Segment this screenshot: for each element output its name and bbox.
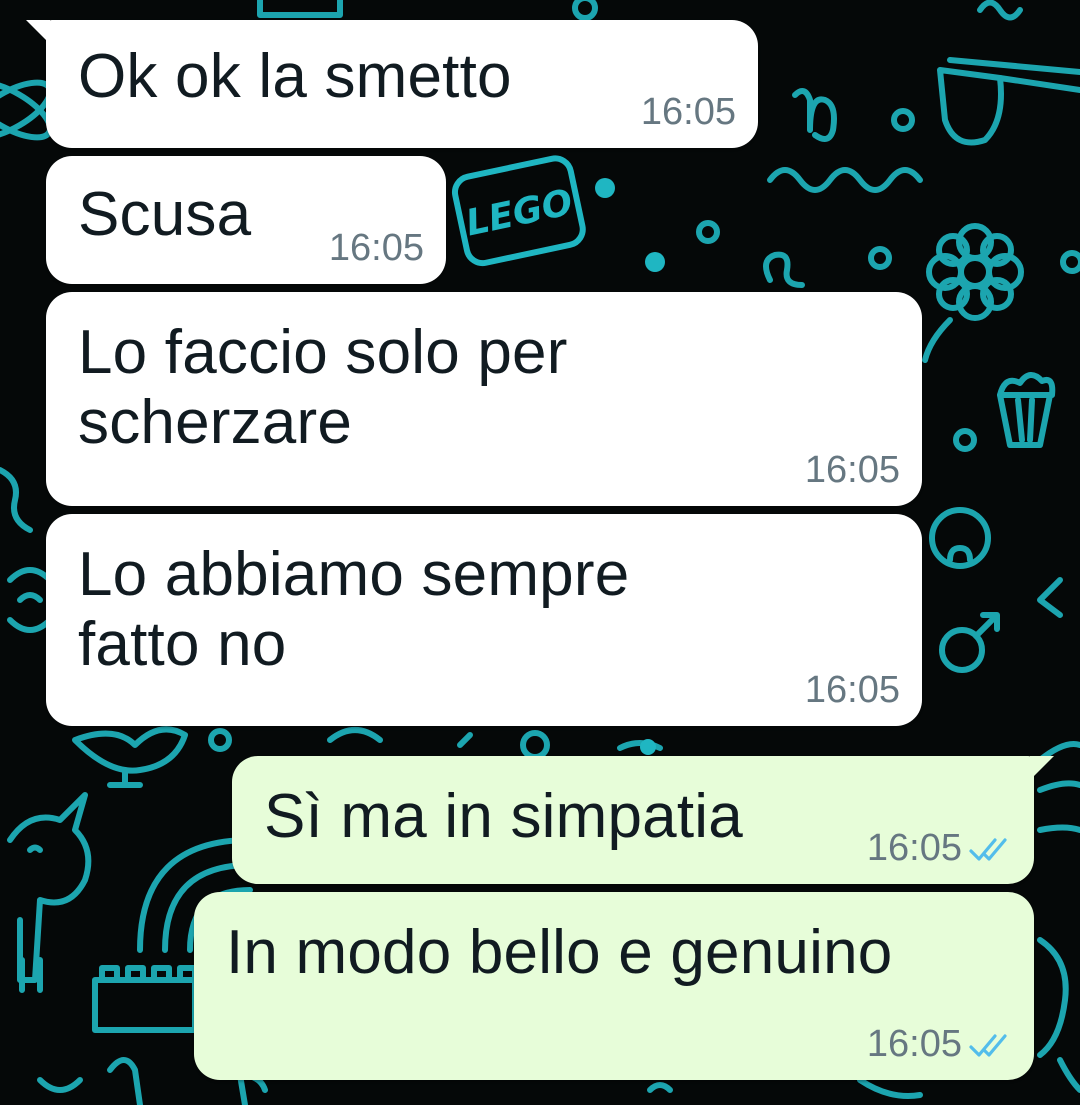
message-bubble-incoming[interactable]: Lo abbiamo sempre fatto no 16:05 [46,514,922,726]
message-text: In modo bello e genuino [226,918,893,987]
message-time: 16:05 [328,227,424,269]
message-text: Sì ma in simpatia [264,782,743,851]
message-time: 16:05 [804,669,900,711]
message-meta: 16:05 [867,1023,1012,1066]
read-ticks-icon [969,837,1007,861]
message-time: 16:05 [866,827,962,869]
message-meta: 16:05 [805,669,900,712]
message-meta: 16:05 [641,91,736,134]
message-text: Lo faccio solo per scherzare [78,318,568,457]
message-meta: 16:05 [805,449,900,492]
read-ticks-icon [969,1033,1007,1057]
message-text: Ok ok la smetto [78,42,512,111]
message-time: 16:05 [804,449,900,491]
message-bubble-incoming[interactable]: Scusa 16:05 [46,156,446,284]
message-bubble-outgoing[interactable]: In modo bello e genuino 16:05 [194,892,1034,1080]
message-meta: 16:05 [867,827,1012,870]
message-text: Scusa [78,180,252,249]
message-list: Ok ok la smetto 16:05 Scusa 16:05 Lo fac… [0,0,1080,1105]
message-bubble-incoming[interactable]: Lo faccio solo per scherzare 16:05 [46,292,922,506]
message-time: 16:05 [866,1023,962,1065]
bubble-tail [1030,756,1054,780]
message-meta: 16:05 [329,227,424,270]
message-bubble-outgoing[interactable]: Sì ma in simpatia 16:05 [232,756,1054,884]
message-time: 16:05 [640,91,736,133]
message-text: Lo abbiamo sempre fatto no [78,540,630,679]
bubble-tail [26,20,50,44]
message-bubble-incoming[interactable]: Ok ok la smetto 16:05 [26,20,758,148]
